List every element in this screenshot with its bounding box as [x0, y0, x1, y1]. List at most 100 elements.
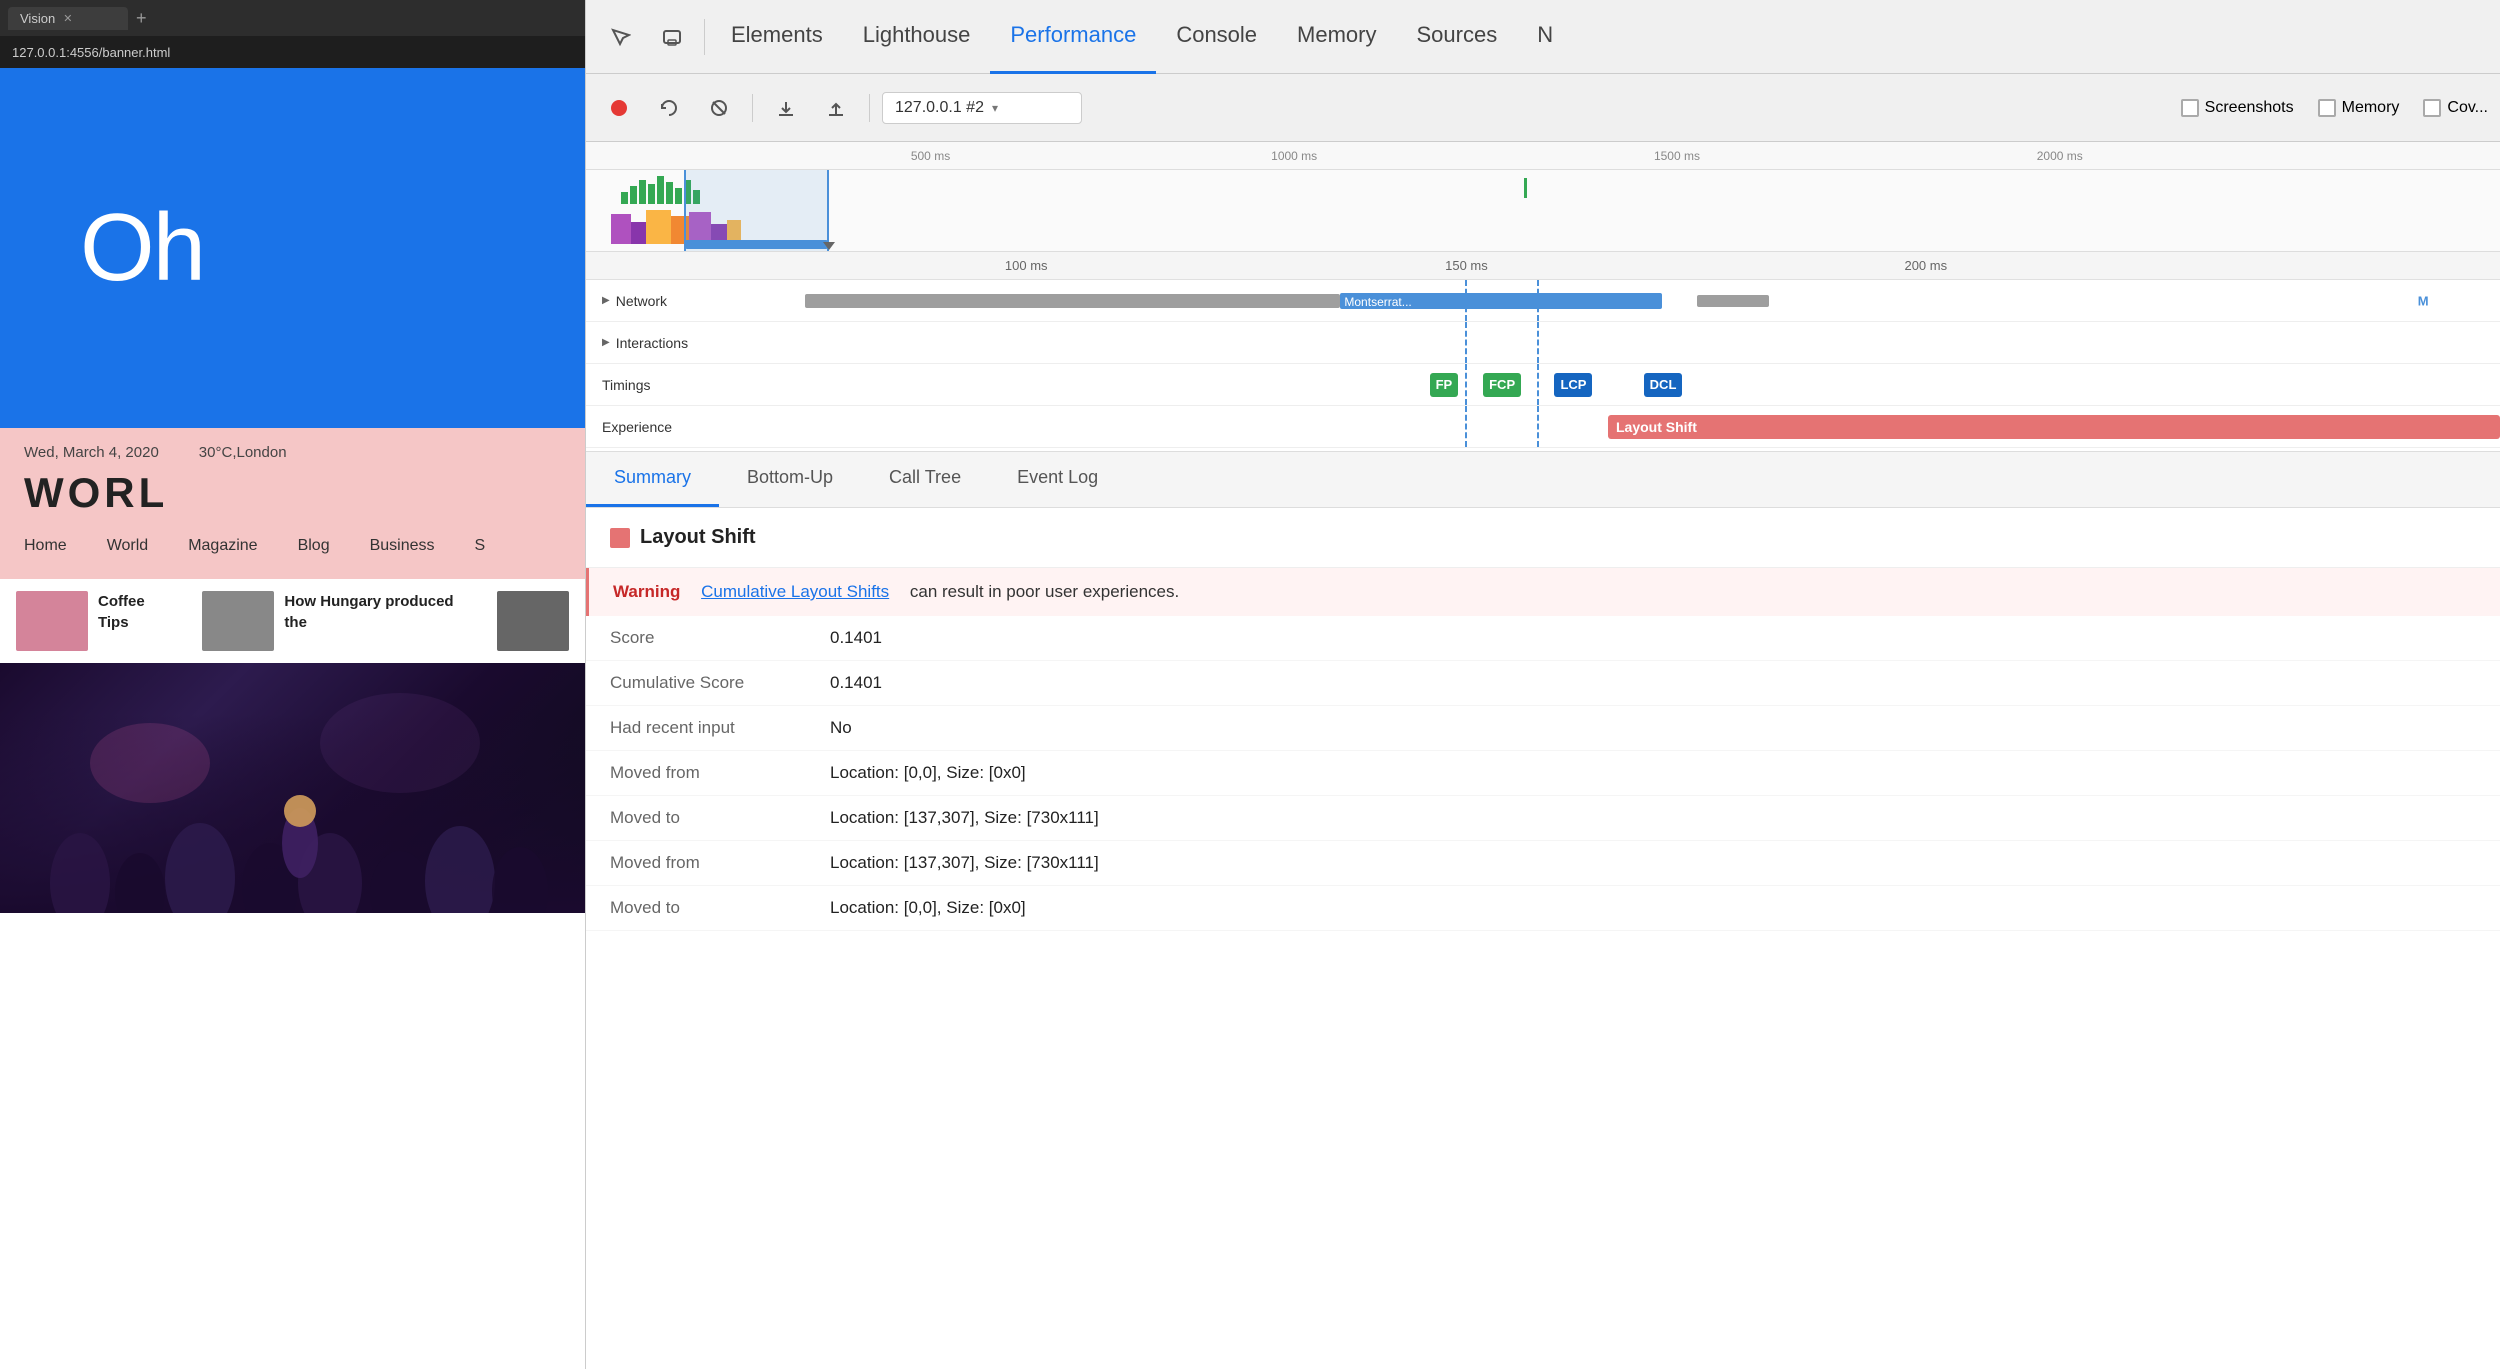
coverage-label: Cov... — [2447, 99, 2488, 117]
lcp-badge: LCP — [1554, 373, 1592, 397]
timeline-overview[interactable]: 500 ms 1000 ms 1500 ms 2000 ms — [586, 142, 2500, 252]
reload-button[interactable] — [648, 87, 690, 129]
experience-label: Experience — [586, 419, 716, 435]
card-2: How Hungary produced the — [186, 591, 481, 651]
timeline-chart — [586, 170, 2500, 251]
coverage-checkbox[interactable]: Cov... — [2423, 99, 2488, 117]
tab-lighthouse[interactable]: Lighthouse — [843, 0, 991, 74]
tab-event-log[interactable]: Event Log — [989, 451, 1126, 507]
coverage-checkbox-box[interactable] — [2423, 99, 2441, 117]
moved-from-2-value: Location: [137,307], Size: [730x111] — [830, 853, 1099, 873]
tab-call-tree[interactable]: Call Tree — [861, 451, 989, 507]
ruler-mark-2000: 2000 ms — [2037, 149, 2083, 163]
ruler-mark-500: 500 ms — [911, 149, 950, 163]
playhead-indicator — [823, 242, 835, 250]
layout-shift-bar-label: Layout Shift — [1608, 419, 1697, 435]
network-bar-blue: Montserrat... — [1340, 293, 1661, 309]
moved-from-2-row: Moved from Location: [137,307], Size: [7… — [586, 841, 2500, 886]
nav-item-home[interactable]: Home — [24, 537, 67, 555]
detail-panel: Layout Shift Warning Cumulative Layout S… — [586, 508, 2500, 1369]
experience-dashed-1 — [1465, 406, 1467, 447]
tab-summary-label: Summary — [614, 467, 691, 488]
nav-separator-1 — [704, 19, 705, 55]
moved-to-2-value: Location: [0,0], Size: [0x0] — [830, 898, 1026, 918]
browser-tab[interactable]: Vision ✕ — [8, 7, 128, 30]
timings-label-text: Timings — [602, 377, 651, 393]
selection-bar — [684, 240, 829, 249]
tab-call-tree-label: Call Tree — [889, 467, 961, 488]
location-text: 30°C,London — [199, 444, 287, 461]
tab-event-log-label: Event Log — [1017, 467, 1098, 488]
dashed-line-2 — [1537, 280, 1539, 321]
tab-elements[interactable]: Elements — [711, 0, 843, 74]
record-button[interactable] — [598, 87, 640, 129]
nav-item-blog[interactable]: Blog — [298, 537, 330, 555]
fcp-badge: FCP — [1483, 373, 1521, 397]
tab-performance[interactable]: Performance — [990, 0, 1156, 74]
nav-item-magazine[interactable]: Magazine — [188, 537, 257, 555]
concert-image — [0, 663, 585, 913]
time-150: 150 ms — [1445, 258, 1488, 273]
target-selector-text: 127.0.0.1 #2 — [895, 99, 984, 117]
tab-console[interactable]: Console — [1156, 0, 1277, 74]
screenshots-checkbox[interactable]: Screenshots — [2181, 99, 2294, 117]
target-selector[interactable]: 127.0.0.1 #2 ▾ — [882, 92, 1082, 124]
nav-item-business[interactable]: Business — [370, 537, 435, 555]
card-3-image — [497, 591, 569, 651]
had-recent-input-value: No — [830, 718, 852, 738]
network-bar-gray — [805, 294, 1340, 308]
network-bar-small — [1697, 295, 1768, 307]
score-row: Score 0.1401 — [586, 616, 2500, 661]
tab-sources[interactable]: Sources — [1397, 0, 1518, 74]
nav-item-world[interactable]: World — [107, 537, 149, 555]
clear-button[interactable] — [698, 87, 740, 129]
warning-prefix: Warning — [613, 582, 680, 602]
import-button[interactable] — [765, 87, 807, 129]
interactions-label: ▶ Interactions — [586, 335, 716, 351]
had-recent-input-label: Had recent input — [610, 718, 830, 738]
devtools-toolbar: 127.0.0.1 #2 ▾ Screenshots Memory Cov... — [586, 74, 2500, 142]
ls-header-text: Layout Shift — [640, 526, 756, 549]
crowd-svg — [0, 663, 585, 913]
timings-dashed-2 — [1537, 364, 1539, 405]
export-button[interactable] — [815, 87, 857, 129]
score-value: 0.1401 — [830, 628, 882, 648]
inspector-icon[interactable] — [594, 11, 646, 63]
nav-item-s[interactable]: S — [475, 537, 486, 555]
tab-summary[interactable]: Summary — [586, 451, 719, 507]
tab-bottom-up[interactable]: Bottom-Up — [719, 451, 861, 507]
time-100: 100 ms — [1005, 258, 1048, 273]
timings-content: FP FCP LCP DCL — [716, 364, 2500, 405]
address-text: 127.0.0.1:4556/banner.html — [12, 45, 170, 60]
address-bar: 127.0.0.1:4556/banner.html — [0, 36, 585, 68]
dcl-badge: DCL — [1644, 373, 1683, 397]
moved-to-2-row: Moved to Location: [0,0], Size: [0x0] — [586, 886, 2500, 931]
memory-checkbox-box[interactable] — [2318, 99, 2336, 117]
webpage-nav: Wed, March 4, 2020 30°C,London WORL Home… — [0, 428, 585, 579]
score-label: Score — [610, 628, 830, 648]
bottom-tabs: Summary Bottom-Up Call Tree Event Log — [586, 452, 2500, 508]
tab-memory[interactable]: Memory — [1277, 0, 1396, 74]
network-label: ▶ Network — [586, 293, 716, 309]
network-row: ▶ Network Montserrat... M — [586, 280, 2500, 322]
warning-suffix-text: can result in poor user experiences. — [910, 582, 1179, 602]
card-1: Coffee Tips — [0, 591, 186, 651]
tab-title: Vision — [20, 11, 55, 26]
toolbar-sep-1 — [752, 94, 753, 122]
date-text: Wed, March 4, 2020 — [24, 444, 159, 461]
network-content: Montserrat... M — [716, 280, 2500, 321]
interactions-expand-icon[interactable]: ▶ — [602, 337, 610, 348]
timings-dashed-1 — [1465, 364, 1467, 405]
screenshots-checkbox-box[interactable] — [2181, 99, 2199, 117]
warning-link[interactable]: Cumulative Layout Shifts — [701, 582, 889, 602]
network-expand-icon[interactable]: ▶ — [602, 295, 610, 306]
new-tab-button[interactable]: + — [136, 8, 147, 29]
tab-more[interactable]: N — [1517, 0, 1573, 74]
site-title: WORL — [24, 469, 561, 517]
device-toggle-icon[interactable] — [646, 11, 698, 63]
moved-to-1-label: Moved to — [610, 808, 830, 828]
moved-from-1-value: Location: [0,0], Size: [0x0] — [830, 763, 1026, 783]
tab-close-icon[interactable]: ✕ — [63, 12, 72, 25]
screenshots-label: Screenshots — [2205, 99, 2294, 117]
memory-checkbox[interactable]: Memory — [2318, 99, 2400, 117]
